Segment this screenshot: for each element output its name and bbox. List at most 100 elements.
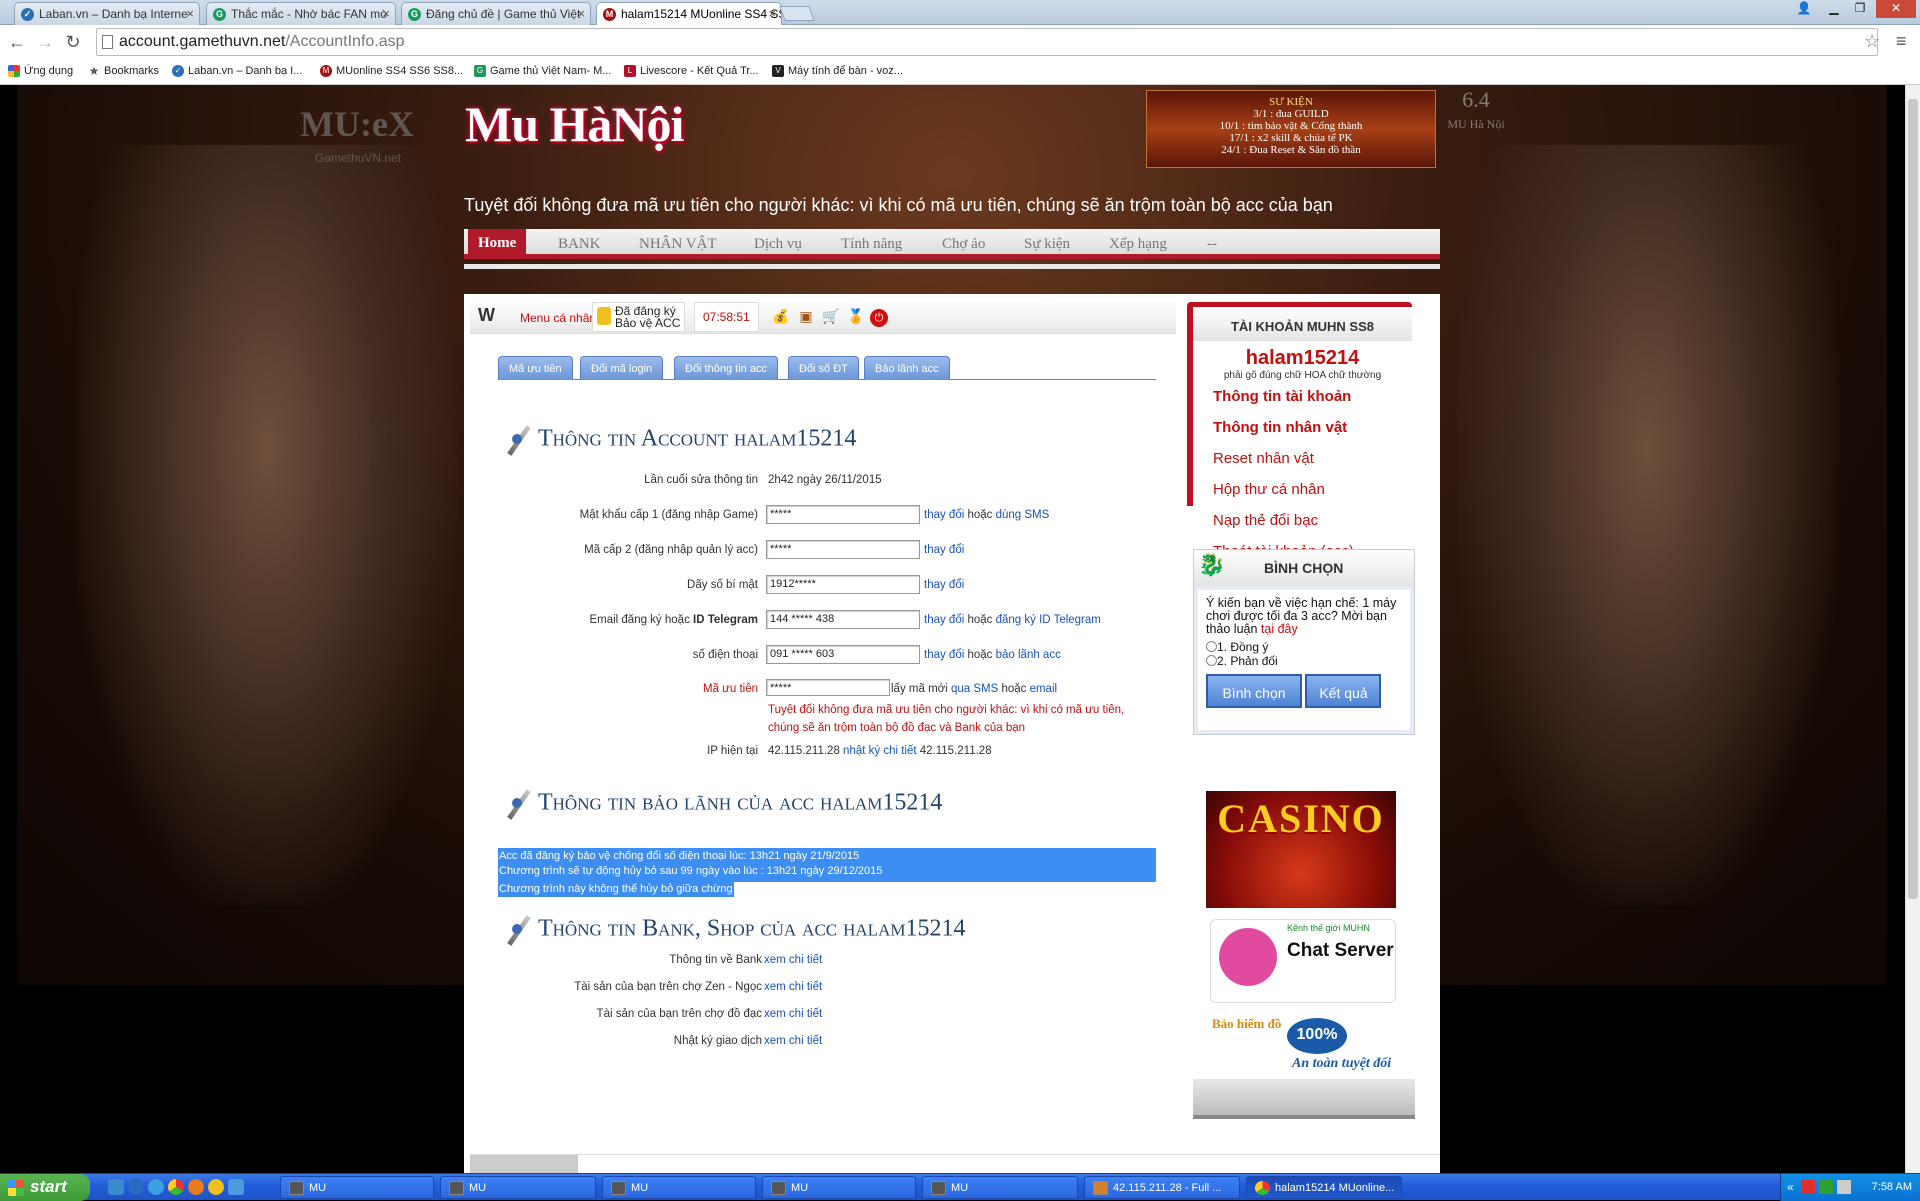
- email-change-link[interactable]: thay đổi: [924, 614, 964, 626]
- result-button[interactable]: Kết quả: [1305, 674, 1382, 708]
- firefox-icon[interactable]: [188, 1179, 204, 1195]
- telegram-link[interactable]: đăng ký ID Telegram: [996, 614, 1101, 626]
- nav-more[interactable]: --: [1207, 236, 1217, 253]
- nav-tinh-nang[interactable]: Tính năng: [841, 236, 902, 253]
- grid-icon[interactable]: [228, 1179, 244, 1195]
- taskbar-item-mu[interactable]: MU: [440, 1176, 596, 1199]
- taskbar-item-mu[interactable]: MU: [602, 1176, 756, 1199]
- priority-field[interactable]: *****: [766, 679, 890, 696]
- nav-su-kien[interactable]: Sự kiện: [1024, 236, 1070, 253]
- bank-detail-link[interactable]: xem chi tiết: [764, 954, 822, 966]
- guarantee-link[interactable]: bảo lãnh acc: [996, 649, 1061, 661]
- subtab-doi-so-dt[interactable]: Đổi số ĐT: [788, 356, 859, 380]
- close-tab-icon[interactable]: ×: [382, 6, 390, 21]
- page-scrollbar[interactable]: [1905, 85, 1920, 1173]
- ie-icon[interactable]: [128, 1179, 144, 1195]
- poll-option-2[interactable]: 2. Phản đối: [1206, 654, 1402, 668]
- subtab-doi-thong-tin[interactable]: Đổi thông tin acc: [674, 356, 778, 380]
- money-bag-icon[interactable]: 💰: [770, 306, 792, 326]
- radio-icon[interactable]: [1206, 641, 1217, 652]
- nav-bank[interactable]: BANK: [558, 236, 601, 253]
- subtab-ma-uu-tien[interactable]: Mã ưu tiên: [498, 356, 573, 380]
- phone-field[interactable]: 091 ***** 603: [766, 645, 920, 664]
- volume-icon[interactable]: [1837, 1180, 1851, 1194]
- priority-sms-link[interactable]: qua SMS: [951, 683, 998, 695]
- app-icon[interactable]: [148, 1179, 164, 1195]
- browser-tab-active[interactable]: M halam15214 MUonline SS4 SS ×: [596, 2, 782, 26]
- close-window-button[interactable]: ✕: [1876, 0, 1916, 18]
- pw1-change-link[interactable]: thay đổi: [924, 509, 964, 521]
- nav-dich-vu[interactable]: Dịch vụ: [754, 236, 802, 253]
- tray-shield-icon[interactable]: [1819, 1180, 1833, 1194]
- chrome-icon[interactable]: [168, 1179, 184, 1195]
- bookmark-apps[interactable]: Ứng dụng: [8, 65, 73, 77]
- back-icon[interactable]: ←: [6, 31, 28, 53]
- bookmark-voz[interactable]: V Máy tính để bàn - voz...: [772, 65, 903, 77]
- poll-discuss-link[interactable]: tại đây: [1261, 622, 1298, 636]
- secret-field[interactable]: 1912*****: [766, 575, 920, 594]
- phone-change-link[interactable]: thay đổi: [924, 649, 964, 661]
- poll-option-1[interactable]: 1. Đồng ý: [1206, 640, 1402, 654]
- tray-expand-icon[interactable]: «: [1787, 1180, 1794, 1194]
- sidebar-link-account-info[interactable]: Thông tin tài khoản: [1193, 381, 1412, 412]
- bookmark-livescore[interactable]: L Livescore - Kết Quả Tr...: [624, 65, 759, 77]
- close-tab-icon[interactable]: ×: [186, 6, 194, 21]
- bookmark-bookmarks[interactable]: ★ Bookmarks: [88, 65, 159, 77]
- restore-button[interactable]: ❐: [1848, 0, 1872, 18]
- browser-tab-laban[interactable]: ✓ Laban.vn – Danh bạ Interne ×: [14, 2, 200, 25]
- start-button[interactable]: start: [0, 1174, 90, 1201]
- user-icon[interactable]: 👤: [1792, 0, 1816, 18]
- taskbar-item-chrome[interactable]: halam15214 MUonline...: [1246, 1176, 1402, 1199]
- insurance-banner[interactable]: Bảo hiểm đồ 100% An toàn tuyệt đối: [1212, 1012, 1392, 1076]
- chest-icon[interactable]: ▣: [795, 306, 817, 326]
- menu-ca-nhan-label[interactable]: Menu cá nhân: [520, 311, 596, 325]
- chat-server-banner[interactable]: Kênh thế giới MUHN Chat Server: [1210, 919, 1396, 1003]
- pw1-sms-link[interactable]: dùng SMS: [996, 509, 1050, 521]
- close-tab-icon[interactable]: ×: [577, 6, 585, 21]
- secret-change-link[interactable]: thay đổi: [924, 579, 964, 591]
- minimize-button[interactable]: ▁: [1822, 0, 1846, 18]
- taskbar-item-mu[interactable]: MU: [922, 1176, 1078, 1199]
- ip-log-link[interactable]: nhật ký chi tiết: [843, 745, 917, 757]
- zen-detail-link[interactable]: xem chi tiết: [764, 981, 822, 993]
- transaction-detail-link[interactable]: xem chi tiết: [764, 1035, 822, 1047]
- vote-button[interactable]: Bình chọn: [1206, 674, 1302, 708]
- address-bar[interactable]: account.gamethuvn.net/AccountInfo.asp: [96, 28, 1878, 56]
- priority-email-link[interactable]: email: [1030, 683, 1057, 695]
- event-banner[interactable]: SƯ KIỆN 3/1 : đua GUILD 10/1 : tìm bảo v…: [1146, 90, 1436, 168]
- bookmark-muonline[interactable]: M MUonline SS4 SS6 SS8...: [320, 65, 463, 77]
- taskbar-item-remote[interactable]: 42.115.211.28 - Full ...: [1084, 1176, 1240, 1199]
- taskbar-item-mu[interactable]: MU: [280, 1176, 434, 1199]
- forward-icon[interactable]: →: [34, 31, 56, 53]
- menu-icon[interactable]: ≡: [1896, 31, 1907, 52]
- sidebar-link-character-info[interactable]: Thông tin nhân vật: [1193, 412, 1412, 443]
- smiley-icon[interactable]: [208, 1179, 224, 1195]
- new-tab-button[interactable]: [779, 6, 815, 21]
- pw1-field[interactable]: *****: [766, 505, 920, 524]
- nav-home[interactable]: Home: [468, 229, 527, 259]
- sidebar-link-topup[interactable]: Nạp thẻ đổi bạc: [1193, 505, 1412, 536]
- subtab-bao-lanh-acc[interactable]: Bảo lãnh acc: [864, 356, 950, 380]
- medal-icon[interactable]: 🏅: [845, 306, 867, 326]
- reload-icon[interactable]: ↻: [62, 31, 84, 53]
- nav-nhan-vat[interactable]: NHÂN VẬT: [639, 236, 717, 253]
- email-field[interactable]: 144 ***** 438: [766, 610, 920, 629]
- power-icon[interactable]: ⏻: [870, 309, 888, 327]
- sidebar-link-mailbox[interactable]: Hộp thư cá nhân: [1193, 474, 1412, 505]
- scroll-thumb[interactable]: [1908, 99, 1918, 899]
- subtab-doi-ma-login[interactable]: Đổi mã login: [580, 356, 664, 380]
- items-detail-link[interactable]: xem chi tiết: [764, 1008, 822, 1020]
- browser-tab-dangchude[interactable]: G Đăng chủ đề | Game thủ Việt ×: [401, 2, 591, 25]
- sidebar-link-reset[interactable]: Reset nhân vật: [1193, 443, 1412, 474]
- bookmark-star-icon[interactable]: ☆: [1864, 31, 1880, 52]
- cart-icon[interactable]: 🛒: [820, 306, 842, 326]
- browser-tab-thacmac[interactable]: G Thắc mắc - Nhờ bác FAN mò ×: [206, 2, 396, 25]
- casino-banner[interactable]: CASINO: [1206, 791, 1396, 908]
- pw2-change-link[interactable]: thay đổi: [924, 544, 964, 556]
- tray-v-icon[interactable]: [1801, 1180, 1815, 1194]
- desktop-icon[interactable]: [108, 1179, 124, 1195]
- taskbar-item-mu[interactable]: MU: [762, 1176, 916, 1199]
- nav-cho-ao[interactable]: Chợ ảo: [942, 236, 985, 253]
- close-tab-icon[interactable]: ×: [768, 6, 776, 21]
- mu-hanoi-logo[interactable]: Mu HàNội: [465, 95, 684, 153]
